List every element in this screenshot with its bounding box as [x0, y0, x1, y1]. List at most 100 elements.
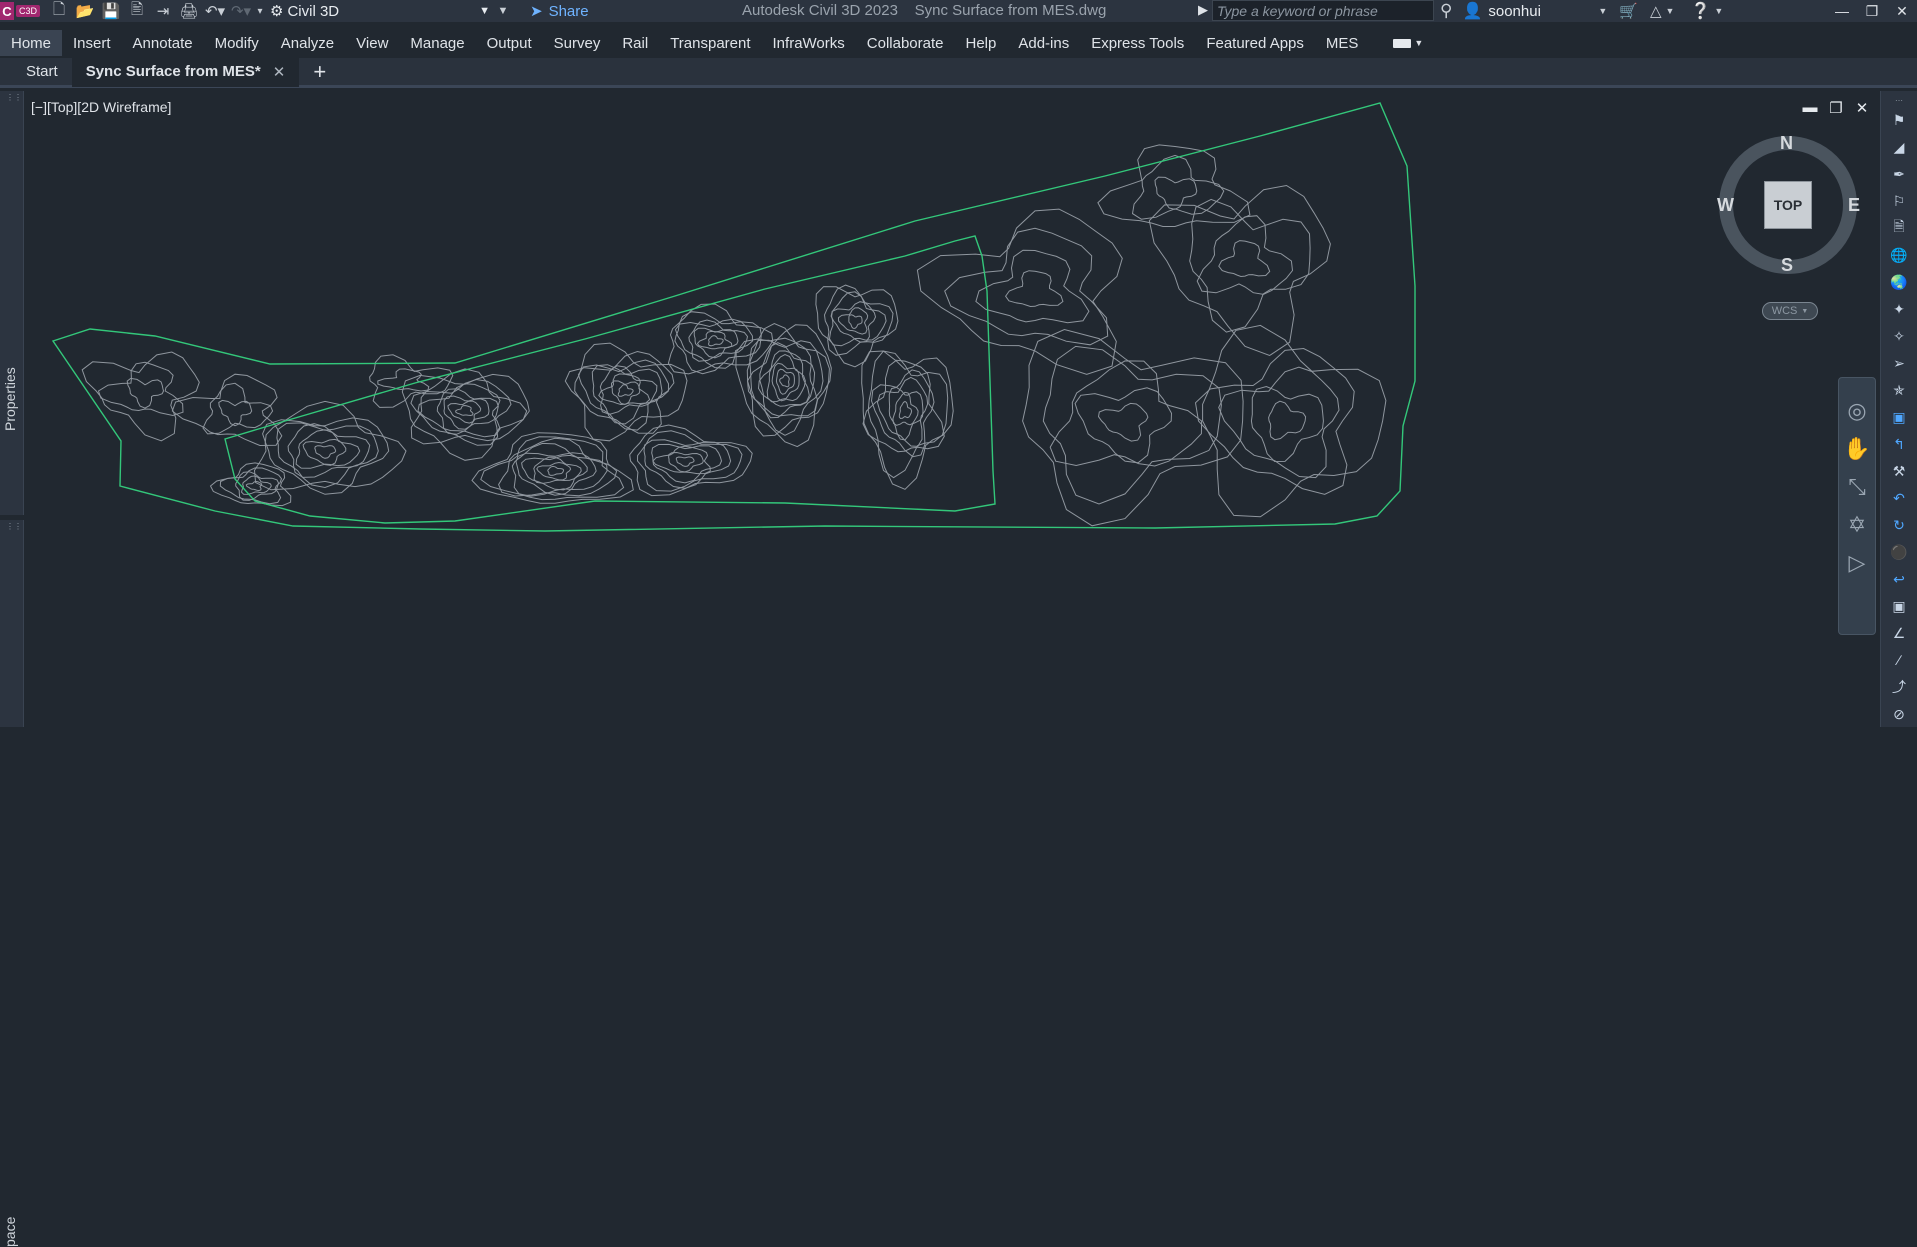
zoom-icon[interactable]: ⤡ [1840, 468, 1874, 506]
save-icon[interactable]: 💾 [98, 1, 124, 21]
menu-item-annotate[interactable]: Annotate [122, 30, 204, 56]
layer-icon[interactable]: ▣ [1888, 406, 1910, 428]
contour-line [295, 429, 361, 469]
showmotion-icon[interactable]: ▷ [1840, 544, 1874, 582]
hook-icon[interactable]: ↰ [1888, 433, 1910, 455]
menu-item-insert[interactable]: Insert [62, 30, 122, 56]
space-palette[interactable]: ⋮⋮ pace [0, 520, 24, 1247]
app-logo[interactable]: C C3D [0, 1, 46, 21]
import-icon[interactable]: ⇥ [150, 1, 176, 21]
qat-dropdown-icon[interactable]: ▾ [254, 1, 266, 21]
angle-icon[interactable]: ∠ [1888, 622, 1910, 644]
orbit-icon[interactable]: ✡ [1840, 506, 1874, 544]
menu-item-output[interactable]: Output [476, 30, 543, 56]
point-label-icon[interactable]: ✧ [1888, 325, 1910, 347]
arrow-loop-icon[interactable]: ↻ [1888, 514, 1910, 536]
point-edit-icon[interactable]: ✯ [1888, 379, 1910, 401]
new-file-icon[interactable]: 🗋 [46, 1, 72, 21]
menu-item-add-ins[interactable]: Add-ins [1007, 30, 1080, 56]
arrow-left-icon[interactable]: ↶ [1888, 487, 1910, 509]
menu-item-mes[interactable]: MES [1315, 30, 1370, 56]
contour-line [1004, 270, 1064, 308]
contour-line [775, 368, 795, 395]
menu-item-home[interactable]: Home [0, 30, 63, 56]
menu-item-featured-apps[interactable]: Featured Apps [1195, 30, 1315, 56]
compass-north[interactable]: N [1780, 133, 1793, 154]
add-tab-icon[interactable]: + [313, 59, 326, 85]
flag-icon[interactable]: ⚑ [1888, 109, 1910, 131]
navigation-bar[interactable]: ◎ ✋ ⤡ ✡ ▷ [1838, 377, 1876, 635]
contour-line [898, 400, 913, 420]
tools-icon[interactable]: ⚒ [1888, 460, 1910, 482]
ribbon-minimize-button[interactable]: ▼ [1393, 38, 1423, 48]
tab-active-drawing[interactable]: Sync Surface from MES* ✕ [71, 56, 300, 87]
autodesk-app-icon[interactable]: △ [1650, 2, 1662, 20]
print-icon[interactable]: 🖨 [176, 1, 202, 21]
compass-east[interactable]: E [1848, 195, 1860, 216]
menu-item-infraworks[interactable]: InfraWorks [762, 30, 856, 56]
restore-icon[interactable]: ❐ [1857, 0, 1887, 22]
document-icon[interactable]: 🗎 [1888, 217, 1910, 239]
drawing-viewport[interactable]: [−][Top][2D Wireframe] ▬ ❐ ✕ TOP N S W E… [25, 91, 1880, 727]
properties-palette[interactable]: ⋮⋮ Properties [0, 91, 24, 515]
help-icon[interactable]: ❔ [1690, 1, 1710, 21]
minimize-icon[interactable]: — [1827, 0, 1857, 22]
ribbon-toggle-icon [1393, 38, 1412, 48]
menu-item-transparent[interactable]: Transparent [659, 30, 761, 56]
contour-line [675, 456, 695, 467]
tab-start[interactable]: Start [0, 57, 72, 87]
chevron-down-icon[interactable]: ▼ [1714, 6, 1723, 16]
select-icon[interactable]: ➢ [1888, 352, 1910, 374]
pan-icon[interactable]: ✋ [1840, 430, 1874, 468]
menu-item-collaborate[interactable]: Collaborate [856, 30, 955, 56]
save-as-icon[interactable]: 🖹 [124, 1, 150, 21]
redo-icon[interactable]: ↷▾ [228, 1, 254, 21]
menu-item-modify[interactable]: Modify [204, 30, 270, 56]
undo-icon[interactable]: ↶▾ [202, 1, 228, 21]
curve-icon[interactable]: ⤴ [1888, 676, 1910, 698]
search-icon[interactable]: ⚲ [1440, 1, 1452, 21]
globe-icon[interactable]: 🌏 [1888, 271, 1910, 293]
triangle-icon[interactable]: ◢ [1888, 136, 1910, 158]
viewcube[interactable]: TOP N S W E WCS ▼ [1708, 125, 1868, 320]
frame-icon[interactable]: ▣ [1888, 595, 1910, 617]
contour-line [1042, 345, 1222, 505]
close-icon[interactable]: ✕ [1887, 0, 1917, 22]
menu-item-help[interactable]: Help [954, 30, 1007, 56]
close-icon[interactable]: ✕ [273, 63, 286, 81]
chevron-down-icon[interactable]: ▼ [1598, 6, 1607, 16]
search-input[interactable]: Type a keyword or phrase [1212, 0, 1434, 21]
customize-qat-icon[interactable]: ▼ [490, 1, 516, 21]
menu-item-manage[interactable]: Manage [399, 30, 475, 56]
chevron-down-icon[interactable]: ▼ [1666, 6, 1675, 16]
globe-icon[interactable]: 🌐 [1888, 244, 1910, 266]
cart-icon[interactable]: 🛒 [1619, 2, 1638, 20]
share-button[interactable]: ➤ Share [530, 2, 589, 21]
link-icon[interactable]: ↩ [1888, 568, 1910, 590]
pen-icon[interactable]: ✒ [1888, 163, 1910, 185]
point-icon[interactable]: ✦ [1888, 298, 1910, 320]
compass-west[interactable]: W [1717, 195, 1734, 216]
contour-line [766, 354, 806, 403]
user-name[interactable]: soonhui [1488, 3, 1598, 20]
measure-icon[interactable]: ⊘ [1888, 703, 1910, 725]
menu-item-view[interactable]: View [345, 30, 399, 56]
contour-line [861, 350, 954, 490]
shape-icon[interactable]: ⚫ [1888, 541, 1910, 563]
user-icon[interactable]: 👤 [1462, 1, 1482, 21]
workspace-selector[interactable]: ⚙ Civil 3D ▼ [270, 1, 490, 21]
slope-icon[interactable]: ∕ [1888, 649, 1910, 671]
open-folder-icon[interactable]: 📂 [72, 1, 98, 21]
viewcube-face-top[interactable]: TOP [1764, 181, 1812, 229]
expand-arrow-icon[interactable]: ▶ [1198, 2, 1208, 18]
steering-wheel-icon[interactable]: ◎ [1840, 392, 1874, 430]
menu-item-analyze[interactable]: Analyze [270, 30, 345, 56]
menu-item-express-tools[interactable]: Express Tools [1080, 30, 1195, 56]
ucs-menu[interactable]: WCS ▼ [1762, 302, 1818, 320]
compass-south[interactable]: S [1781, 255, 1793, 276]
app-title: Autodesk Civil 3D 2023 [742, 2, 898, 19]
tab-active-label: Sync Surface from MES* [85, 63, 261, 80]
pin-icon[interactable]: ⚐ [1888, 190, 1910, 212]
menu-item-survey[interactable]: Survey [543, 30, 612, 56]
menu-item-rail[interactable]: Rail [611, 30, 659, 56]
